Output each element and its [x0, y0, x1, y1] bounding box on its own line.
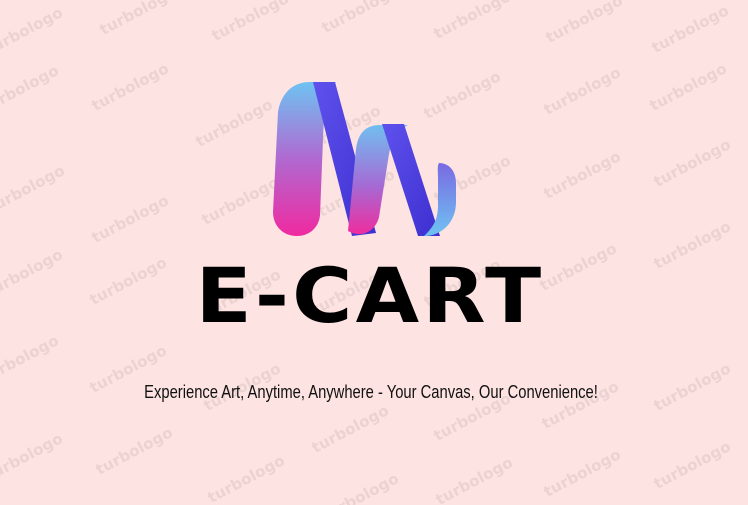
watermark-text: turbologo [650, 135, 734, 191]
watermark-text: turbologo [204, 451, 288, 505]
watermark-text: turbologo [88, 59, 172, 115]
watermark-text: turbologo [208, 0, 292, 45]
watermark-text: turbologo [88, 191, 172, 247]
watermark-text: turbologo [0, 61, 62, 117]
watermark-text: turbologo [192, 95, 276, 151]
watermark-text: turbologo [430, 0, 514, 43]
watermark-text: turbologo [646, 59, 730, 115]
watermark-text: turbologo [0, 3, 66, 59]
watermark-text: turbologo [0, 161, 68, 217]
logo-canvas: turbologo turbologo turbologo turbologo … [0, 0, 748, 505]
watermark-text: turbologo [318, 0, 402, 37]
watermark-text: turbologo [650, 437, 734, 493]
watermark-text: turbologo [540, 445, 624, 501]
watermark-text: turbologo [318, 469, 402, 505]
watermark-text: turbologo [92, 423, 176, 479]
watermark-text: turbologo [432, 453, 516, 505]
wave-ribbon-icon [273, 82, 456, 236]
watermark-text: turbologo [96, 0, 180, 39]
watermark-text: turbologo [0, 429, 66, 485]
watermark-text: turbologo [540, 63, 624, 119]
watermark-text: turbologo [308, 401, 392, 457]
brand-name: E-CART [195, 251, 545, 340]
brand-tagline: Experience Art, Anytime, Anywhere - Your… [144, 382, 598, 402]
watermark-text: turbologo [648, 1, 732, 57]
watermark-text: turbologo [542, 0, 626, 47]
watermark-text: turbologo [540, 147, 624, 203]
ribbon-second-diagonal [382, 124, 440, 236]
watermark-text: turbologo [0, 331, 62, 387]
